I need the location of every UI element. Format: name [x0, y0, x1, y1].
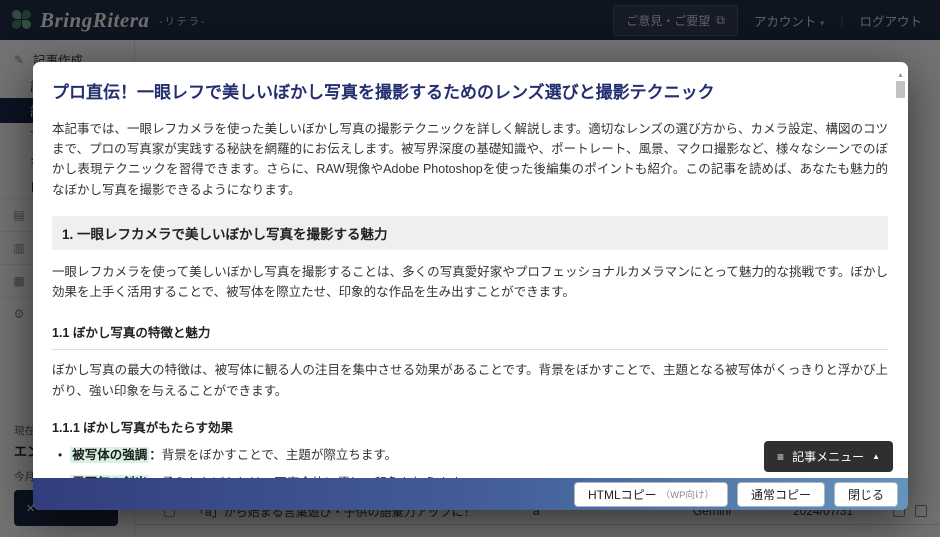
close-button[interactable]: 閉じる	[834, 482, 898, 507]
triangle-up-icon: ▲	[872, 452, 880, 461]
article-paragraph: ぼかし写真の最大の特徴は、被写体に観る人の注目を集中させる効果があることです。背…	[52, 360, 888, 401]
hamburger-icon: ≡	[777, 450, 784, 464]
modal-footer: HTMLコピー （WP向け） 通常コピー 閉じる	[33, 478, 908, 510]
article-title: プロ直伝！一眼レフで美しいぼかし写真を撮影するためのレンズ選びと撮影テクニック	[52, 82, 888, 105]
article-menu-button[interactable]: ≡ 記事メニュー ▲	[764, 441, 893, 472]
wp-note: （WP向け）	[661, 487, 714, 501]
scroll-up-icon[interactable]: ▲	[896, 72, 905, 79]
article-intro: 本記事では、一眼レフカメラを使った美しいぼかし写真の撮影テクニックを詳しく解説し…	[52, 119, 888, 200]
scrollbar-thumb[interactable]	[896, 81, 905, 98]
highlighted-term: 被写体の強調	[70, 447, 149, 463]
modal-scrollbar[interactable]: ▲	[896, 72, 905, 132]
article-preview-modal: プロ直伝！一眼レフで美しいぼかし写真を撮影するためのレンズ選びと撮影テクニック …	[33, 62, 908, 510]
article-h4: 1.1.1 ぼかし写真がもたらす効果	[52, 417, 888, 436]
normal-copy-button[interactable]: 通常コピー	[737, 482, 825, 507]
article-paragraph: 一眼レフカメラを使って美しいぼかし写真を撮影することは、多くの写真愛好家やプロフ…	[52, 262, 888, 303]
article-content: プロ直伝！一眼レフで美しいぼかし写真を撮影するためのレンズ選びと撮影テクニック …	[33, 62, 896, 478]
article-h2: 1. 一眼レフカメラで美しいぼかし写真を撮影する魅力	[52, 216, 888, 250]
html-copy-button[interactable]: HTMLコピー （WP向け）	[574, 482, 728, 507]
article-h3: 1.1 ぼかし写真の特徴と魅力	[52, 322, 888, 350]
